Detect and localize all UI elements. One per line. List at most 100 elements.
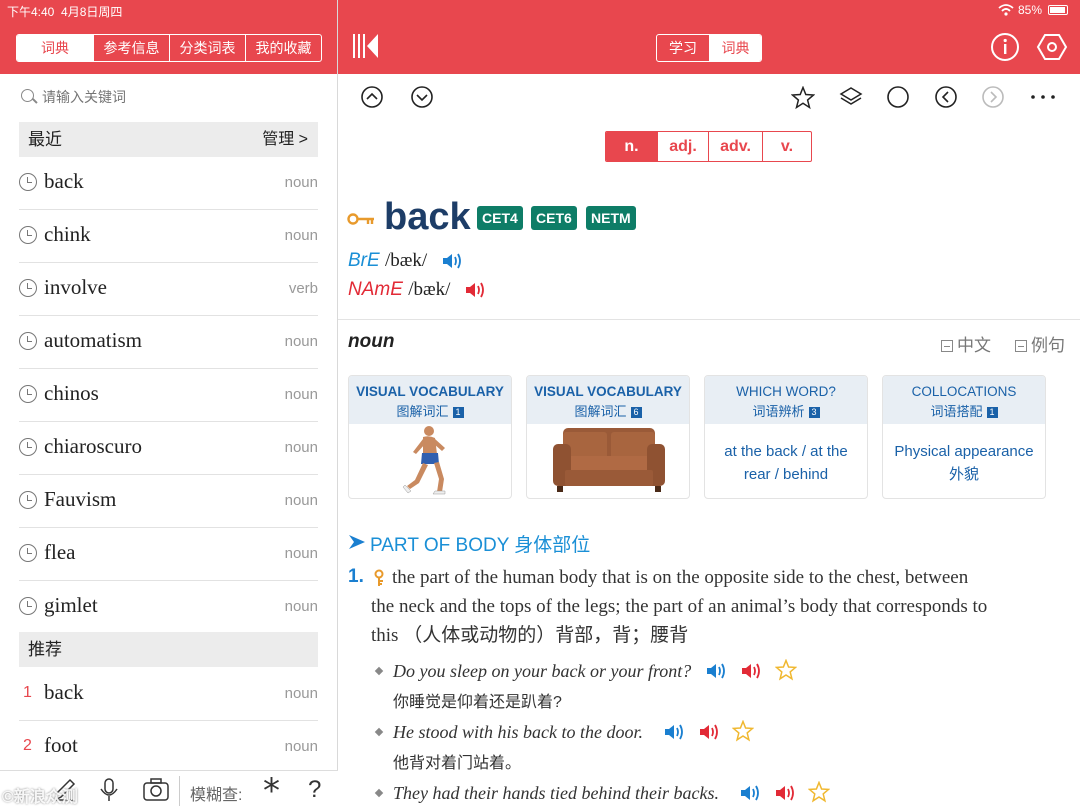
- list-item-word: flea: [44, 540, 76, 564]
- bullet-icon: [374, 788, 384, 798]
- speaker-bre-icon[interactable]: [441, 251, 463, 271]
- settings-icon[interactable]: [1036, 32, 1068, 62]
- speaker-bre-icon[interactable]: [705, 661, 727, 681]
- runner-illustration: [402, 426, 446, 495]
- tab-dictionary[interactable]: 词典: [17, 35, 93, 61]
- example-zh: 他背对着门站着。: [393, 755, 522, 772]
- recent-header: 最近 管理 >: [19, 122, 318, 157]
- list-item[interactable]: chinos noun: [19, 369, 318, 422]
- more-icon[interactable]: [1030, 86, 1056, 108]
- speaker-bre-icon[interactable]: [739, 783, 761, 803]
- favorite-star-icon[interactable]: [808, 781, 830, 803]
- list-item-pos: noun: [284, 227, 318, 244]
- tab-favorites[interactable]: 我的收藏: [245, 35, 321, 61]
- search-input[interactable]: [42, 86, 312, 108]
- speaker-name-icon[interactable]: [774, 783, 796, 803]
- chinese-toggle[interactable]: 中文: [941, 331, 991, 356]
- tab-adverb[interactable]: adv.: [708, 132, 762, 161]
- list-item-pos: noun: [284, 598, 318, 615]
- microphone-icon[interactable]: [98, 777, 120, 803]
- forward-icon[interactable]: [982, 86, 1004, 108]
- card-count: 6: [630, 407, 642, 418]
- speaker-name-icon[interactable]: [740, 661, 762, 681]
- tab-adjective[interactable]: adj.: [657, 132, 708, 161]
- tab-reference[interactable]: 参考信息: [93, 35, 169, 61]
- clock-icon: [19, 226, 37, 244]
- tab-study[interactable]: 学习: [657, 35, 709, 61]
- definition-line-2: the neck and the tops of the legs; the p…: [371, 596, 988, 617]
- divider: [338, 319, 1080, 320]
- card-subtitle: 词语搭配: [930, 404, 983, 419]
- favorite-star-icon[interactable]: [732, 720, 754, 742]
- tab-dict[interactable]: 词典: [709, 35, 761, 61]
- layers-icon[interactable]: [839, 86, 863, 110]
- tab-category[interactable]: 分类词表: [169, 35, 245, 61]
- list-item-word: Fauvism: [44, 487, 117, 511]
- pron-name: NAmE /bæk/: [348, 279, 450, 301]
- arrow-icon: [349, 535, 365, 549]
- example-zh: 你睡觉是仰着还是趴着?: [393, 694, 562, 711]
- definition-line-1: the part of the human body that is on th…: [392, 567, 969, 588]
- speaker-name-icon[interactable]: [464, 280, 486, 300]
- card-title: COLLOCATIONS: [911, 384, 1017, 399]
- card-text: Physical appearance: [894, 443, 1034, 460]
- favorite-star-icon[interactable]: [775, 659, 797, 681]
- speaker-bre-icon[interactable]: [663, 722, 685, 742]
- list-item[interactable]: automatism noun: [19, 316, 318, 369]
- list-item-pos: noun: [284, 174, 318, 191]
- info-icon[interactable]: [990, 32, 1020, 62]
- list-item[interactable]: gimlet noun: [19, 581, 318, 634]
- example-en: They had their hands tied behind their b…: [393, 783, 719, 803]
- next-entry-icon[interactable]: [411, 86, 433, 108]
- manage-button[interactable]: 管理 >: [262, 122, 308, 157]
- list-item[interactable]: involve verb: [19, 263, 318, 316]
- tag-netm: NETM: [586, 206, 636, 230]
- speaker-name-icon[interactable]: [698, 722, 720, 742]
- pron-bre: BrE /bæk/: [348, 250, 427, 272]
- recommend-header: 推荐: [19, 632, 318, 667]
- list-item[interactable]: flea noun: [19, 528, 318, 581]
- headword: back: [384, 196, 471, 238]
- list-item[interactable]: back noun: [19, 157, 318, 210]
- definition-line-3: this （人体或动物的）背部，背；腰背: [371, 625, 689, 646]
- previous-entry-icon[interactable]: [361, 86, 383, 108]
- status-time: 下午4:40 4月8日周四: [7, 5, 123, 19]
- camera-icon[interactable]: [142, 777, 170, 803]
- list-item[interactable]: 2 foot noun: [19, 721, 318, 774]
- pos-tab-bar: n. adj. adv. v.: [605, 131, 812, 162]
- card-visual-vocabulary-6[interactable]: VISUAL VOCABULARY 图解词汇 6: [526, 375, 690, 499]
- list-item-pos: verb: [288, 280, 318, 297]
- card-which-word[interactable]: WHICH WORD? 词语辨析 3 at the back / at the rea…: [704, 375, 868, 499]
- fuzzy-label: 模糊查:: [190, 787, 243, 804]
- list-item-word: back: [44, 680, 84, 704]
- wifi-icon: [998, 4, 1014, 16]
- list-item[interactable]: chink noun: [19, 210, 318, 263]
- card-subtitle: 图解词汇: [396, 404, 449, 419]
- example-toggle[interactable]: 例句: [1015, 331, 1065, 356]
- rank-number: 2: [23, 737, 32, 754]
- circle-icon[interactable]: [887, 86, 909, 108]
- back-icon[interactable]: [935, 86, 957, 108]
- wildcard-star-button[interactable]: *: [263, 771, 280, 810]
- list-item-word: involve: [44, 275, 107, 299]
- tab-noun[interactable]: n.: [606, 132, 657, 161]
- card-subtitle: 图解词汇: [574, 404, 627, 419]
- clock-icon: [19, 173, 37, 191]
- list-item-pos: noun: [284, 333, 318, 350]
- list-item[interactable]: chiaroscuro noun: [19, 422, 318, 475]
- sidebar-toggle-icon[interactable]: [352, 33, 380, 59]
- list-item-word: chiaroscuro: [44, 434, 142, 458]
- list-item[interactable]: Fauvism noun: [19, 475, 318, 528]
- tab-verb[interactable]: v.: [762, 132, 811, 161]
- card-visual-vocabulary-1[interactable]: VISUAL VOCABULARY 图解词汇 1: [348, 375, 512, 499]
- list-item-word: gimlet: [44, 593, 98, 617]
- card-text: 外貌: [948, 466, 979, 483]
- left-tab-bar: 词典 参考信息 分类词表 我的收藏: [16, 34, 322, 62]
- card-subtitle: 词语辨析: [752, 404, 805, 419]
- list-item[interactable]: 1 back noun: [19, 668, 318, 721]
- star-icon[interactable]: [791, 86, 815, 110]
- list-item-word: foot: [44, 733, 78, 757]
- wildcard-question-button[interactable]: ?: [308, 776, 321, 804]
- card-collocations[interactable]: COLLOCATIONS 词语搭配 1 Physical appearance 外貌: [882, 375, 1046, 499]
- list-item-pos: noun: [284, 738, 318, 755]
